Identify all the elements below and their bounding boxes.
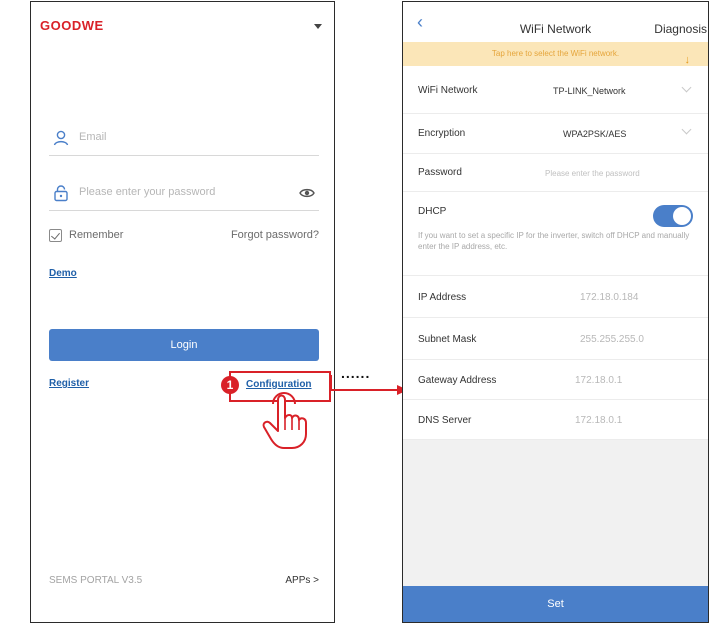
apps-link[interactable]: APPs >	[285, 575, 319, 586]
wifi-select-hint[interactable]: Tap here to select the WiFi network. ↓	[403, 42, 708, 66]
lock-icon	[54, 185, 68, 202]
toggle-switch[interactable]	[653, 205, 693, 227]
version-label: SEMS PORTAL V3.5	[49, 575, 143, 586]
set-button[interactable]: Set	[403, 586, 708, 622]
hint-text: Tap here to select the WiFi network.	[491, 49, 620, 58]
demo-link[interactable]: Demo	[49, 268, 77, 279]
row-label: DHCP	[418, 206, 447, 217]
email-field[interactable]: Email	[49, 120, 319, 156]
row-label: DNS Server	[418, 415, 472, 426]
gateway-address-input[interactable]: 172.18.0.1	[575, 375, 622, 386]
dns-server-input[interactable]: 172.18.0.1	[575, 415, 622, 426]
diagnosis-button[interactable]: Diagnosis	[654, 22, 707, 36]
goodwe-logo: GOODWE	[40, 18, 104, 33]
dns-server-row[interactable]: DNS Server 172.18.0.1	[403, 400, 708, 440]
wifi-password-input[interactable]: Please enter the password	[545, 169, 640, 178]
user-icon	[53, 130, 69, 146]
wifi-network-row[interactable]: WiFi Network TP-LINK_Network	[403, 66, 708, 114]
wifi-network-value: TP-LINK_Network	[553, 86, 626, 96]
eye-icon[interactable]	[299, 185, 315, 201]
chevron-down-icon	[681, 82, 692, 93]
row-label: Gateway Address	[418, 375, 497, 386]
row-label: Encryption	[418, 128, 466, 139]
register-link[interactable]: Register	[49, 378, 89, 389]
password-field[interactable]: Please enter your password	[49, 175, 319, 211]
login-button[interactable]: Login	[49, 329, 319, 361]
forgot-password-link[interactable]: Forgot password?	[231, 229, 319, 241]
empty-area	[403, 440, 708, 588]
chevron-down-icon	[681, 124, 692, 135]
connector-dots: ......	[341, 365, 371, 381]
dhcp-row: DHCP If you want to set a specific IP fo…	[403, 192, 708, 276]
chevron-down-icon[interactable]	[314, 24, 322, 29]
remember-label: Remember	[69, 229, 124, 241]
navigation-bar: ‹ WiFi Network Diagnosis	[403, 2, 708, 42]
gateway-address-row[interactable]: Gateway Address 172.18.0.1	[403, 360, 708, 400]
password-row[interactable]: Password Please enter the password	[403, 154, 708, 192]
row-label: Subnet Mask	[418, 334, 477, 345]
wifi-network-screen: ‹ WiFi Network Diagnosis Tap here to sel…	[402, 1, 709, 623]
password-placeholder: Please enter your password	[79, 186, 216, 198]
step-badge: 1	[221, 376, 239, 394]
row-label: Password	[418, 167, 462, 178]
row-label: IP Address	[418, 292, 467, 303]
checkbox-icon[interactable]	[49, 229, 62, 242]
pointing-hand-icon	[262, 392, 307, 449]
dhcp-description: If you want to set a specific IP for the…	[418, 231, 690, 251]
ip-address-row[interactable]: IP Address 172.18.0.184	[403, 276, 708, 318]
subnet-mask-input[interactable]: 255.255.255.0	[580, 334, 644, 345]
email-placeholder: Email	[79, 131, 107, 143]
encryption-value: WPA2PSK/AES	[563, 129, 627, 139]
login-screen: GOODWE Email Please enter your password …	[30, 1, 335, 623]
ip-address-input[interactable]: 172.18.0.184	[580, 292, 638, 303]
encryption-row[interactable]: Encryption WPA2PSK/AES	[403, 114, 708, 154]
subnet-mask-row[interactable]: Subnet Mask 255.255.255.0	[403, 318, 708, 360]
row-label: WiFi Network	[418, 85, 478, 96]
